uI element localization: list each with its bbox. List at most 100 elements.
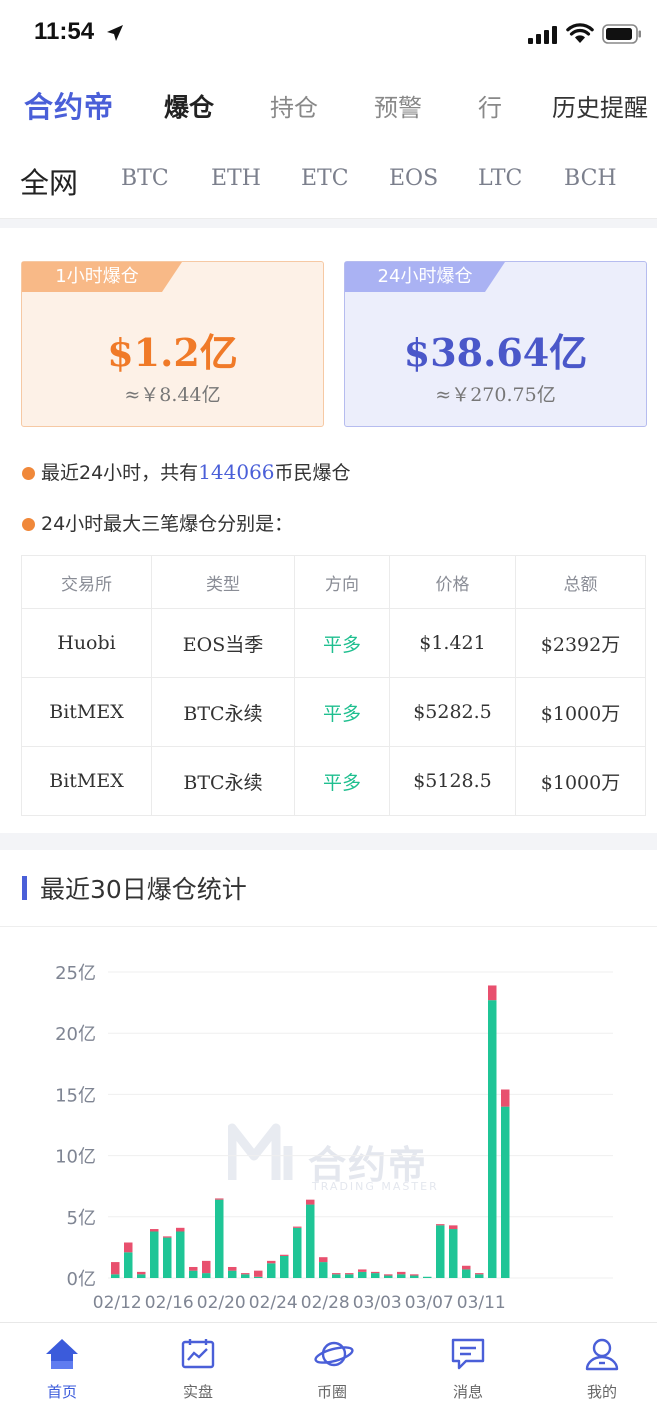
liquidated-count: 144066 — [198, 460, 275, 484]
location-arrow-icon — [107, 25, 123, 41]
day-card: 24小时爆仓 $38.64亿 ≈￥270.75亿 — [344, 261, 647, 427]
tab-crypto-circle[interactable]: 币圈 — [282, 1323, 382, 1404]
bar-short — [436, 1224, 445, 1226]
user-icon — [585, 1338, 619, 1371]
col-exchange: 交易所 — [21, 555, 152, 609]
filter-eth[interactable]: ETH — [211, 166, 261, 191]
bar-long — [501, 1106, 510, 1278]
bar-long — [488, 1000, 497, 1278]
bar-short — [280, 1254, 289, 1256]
col-type: 类型 — [151, 555, 295, 609]
bar-long — [397, 1274, 406, 1278]
x-tick-label: 03/03 — [353, 1293, 402, 1313]
bar-long — [241, 1274, 250, 1278]
filter-bch[interactable]: BCH — [564, 166, 617, 191]
x-tick-label: 03/11 — [457, 1293, 506, 1313]
bar-long — [462, 1269, 471, 1278]
status-bar: 11:54 — [0, 0, 657, 68]
table-row: Huobi EOS当季 平多 $1.421 $2392万 — [21, 608, 646, 678]
tab-live-trading[interactable]: 实盘 — [148, 1323, 248, 1404]
coin-filter-bar: 全网 BTC ETH ETC EOS LTC BCH — [0, 140, 657, 219]
bar-short — [215, 1198, 224, 1200]
bar-long — [228, 1270, 237, 1278]
cellular-signal-icon — [528, 26, 557, 44]
bar-long — [280, 1255, 289, 1278]
chart-board-icon — [181, 1339, 215, 1369]
one-hour-cny: ≈￥8.44亿 — [124, 384, 221, 406]
bar-long — [371, 1273, 380, 1278]
bar-short — [254, 1270, 263, 1277]
bar-short — [163, 1236, 172, 1238]
bar-long — [345, 1274, 354, 1278]
bar-short — [384, 1274, 393, 1276]
filter-ltc[interactable]: LTC — [478, 166, 522, 191]
thirty-day-chart-card: 最近30日爆仓统计 合约帝 TRADING MASTER 0亿 5亿 10亿 15亿 2… — [0, 850, 657, 1322]
bar-long — [124, 1252, 133, 1278]
bar-short — [228, 1266, 237, 1271]
bar-long — [293, 1227, 302, 1278]
y-tick-label: 20亿 — [55, 1024, 96, 1045]
col-direction: 方向 — [294, 555, 390, 609]
bar-long — [306, 1204, 315, 1278]
bar-short — [332, 1273, 341, 1275]
bar-long — [150, 1231, 159, 1278]
message-icon — [451, 1338, 485, 1370]
bar-long — [111, 1274, 120, 1278]
bar-short — [449, 1225, 458, 1230]
status-time: 11:54 — [34, 18, 95, 45]
bar-long — [475, 1274, 484, 1278]
x-tick-label: 02/16 — [145, 1293, 194, 1313]
bar-short — [371, 1271, 380, 1274]
tab-alerts[interactable]: 预警 — [374, 88, 422, 123]
table-row: BitMEX BTC永续 平多 $5282.5 $1000万 — [21, 677, 646, 747]
bar-long — [254, 1276, 263, 1278]
day-label: 24小时爆仓 — [377, 266, 473, 287]
tab-history-reminders[interactable]: 历史提醒 — [552, 88, 648, 123]
bar-short — [176, 1227, 185, 1232]
tab-home[interactable]: 首页 — [12, 1323, 112, 1404]
x-tick-label: 02/24 — [249, 1293, 298, 1313]
col-price: 价格 — [389, 555, 516, 609]
bar-long — [332, 1274, 341, 1278]
one-hour-card: 1小时爆仓 $1.2亿 ≈￥8.44亿 — [21, 261, 324, 427]
bar-short — [306, 1199, 315, 1205]
filter-etc[interactable]: ETC — [301, 166, 349, 191]
day-cny: ≈￥270.75亿 — [435, 384, 556, 406]
bar-short — [410, 1274, 419, 1276]
filter-eos[interactable]: EOS — [389, 166, 438, 191]
col-total: 总额 — [515, 555, 646, 609]
bar-long — [423, 1276, 432, 1278]
bar-short — [397, 1271, 406, 1275]
info-line-count: 最近24小时，共有144066币民爆仓 — [22, 458, 351, 485]
liquidation-summary: 1小时爆仓 $1.2亿 ≈￥8.44亿 24小时爆仓 $38.64亿 ≈￥270… — [0, 228, 657, 833]
bar-short — [124, 1242, 133, 1253]
filter-all[interactable]: 全网 — [20, 160, 78, 202]
y-tick-label: 5亿 — [67, 1208, 96, 1229]
bar-short — [293, 1226, 302, 1228]
tab-profile[interactable]: 我的 — [552, 1323, 652, 1404]
brand-logo: 合约帝 — [24, 90, 115, 124]
bar-short — [137, 1271, 146, 1275]
tab-messages[interactable]: 消息 — [418, 1323, 518, 1404]
bar-short — [345, 1273, 354, 1275]
bottom-tab-bar: 首页 实盘 币圈 消息 我的 — [0, 1322, 657, 1404]
one-hour-label: 1小时爆仓 — [55, 266, 139, 287]
table-row: BitMEX BTC永续 平多 $5128.5 $1000万 — [21, 746, 646, 816]
x-tick-label: 02/20 — [197, 1293, 246, 1313]
day-value: $38.64亿 — [403, 330, 588, 375]
battery-icon — [602, 24, 641, 44]
bar-long — [436, 1225, 445, 1278]
tab-market[interactable]: 行 — [478, 88, 502, 123]
tab-positions[interactable]: 持仓 — [270, 88, 318, 123]
tab-liquidation[interactable]: 爆仓 — [164, 88, 214, 124]
bar-long — [163, 1237, 172, 1278]
bar-long — [176, 1231, 185, 1278]
bar-short — [202, 1260, 211, 1274]
bar-short — [319, 1257, 328, 1263]
filter-btc[interactable]: BTC — [121, 166, 169, 191]
table-header: 交易所 类型 方向 价格 总额 — [21, 555, 646, 609]
bar-short — [111, 1262, 120, 1275]
bar-long — [449, 1229, 458, 1278]
x-tick-label: 02/28 — [301, 1293, 350, 1313]
bar-long — [410, 1275, 419, 1278]
